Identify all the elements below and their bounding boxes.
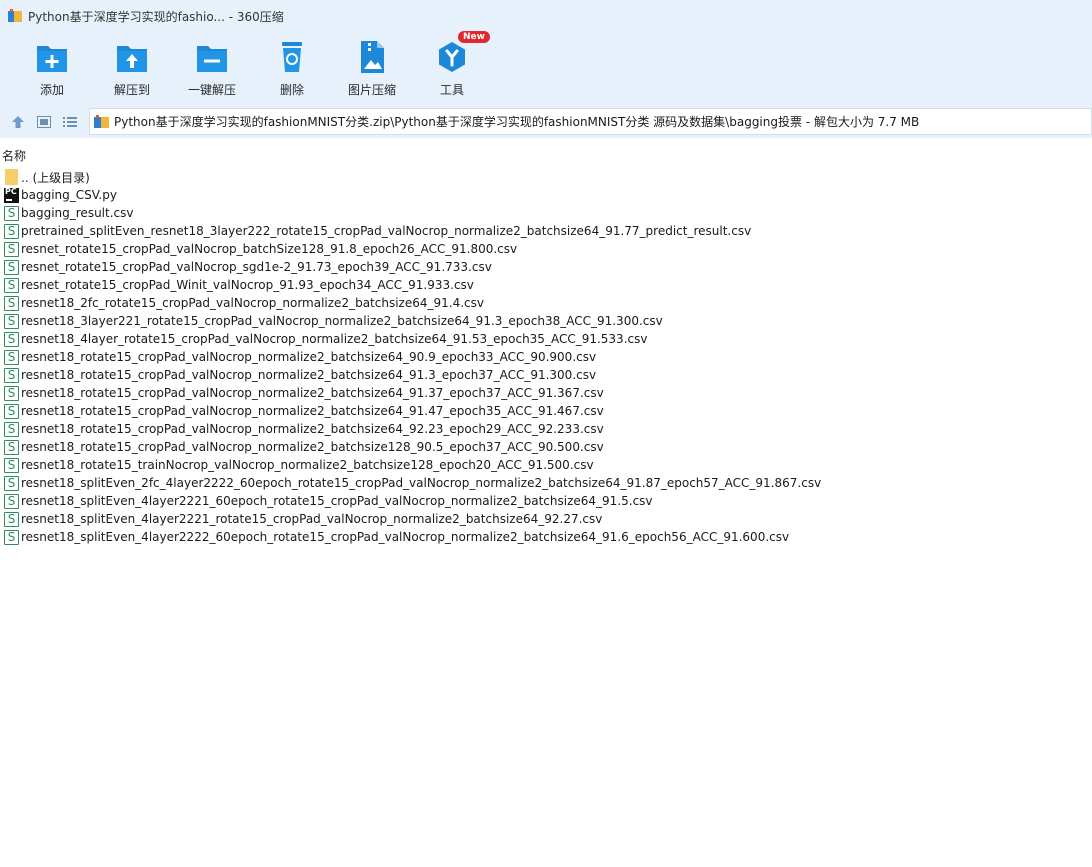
delete-label: 删除 — [279, 83, 304, 97]
csv-file-icon: S — [4, 313, 19, 329]
csv-file-icon: S — [4, 511, 19, 527]
csv-file-icon: S — [4, 331, 19, 347]
title-bar: Python基于深度学习实现的fashio... - 360压缩 — [0, 0, 1092, 32]
add-button[interactable]: 添加 — [12, 32, 92, 98]
add-icon — [36, 40, 68, 74]
file-row[interactable]: Sresnet18_rotate15_cropPad_valNocrop_nor… — [0, 384, 1092, 402]
file-name: resnet18_rotate15_cropPad_valNocrop_norm… — [21, 386, 604, 400]
tools-label: 工具 — [439, 83, 464, 97]
csv-file-icon: S — [4, 457, 19, 473]
parent-folder-row[interactable]: .. (上级目录) — [0, 168, 1092, 186]
file-row[interactable]: Sresnet18_3layer221_rotate15_cropPad_val… — [0, 312, 1092, 330]
file-name: resnet18_3layer221_rotate15_cropPad_valN… — [21, 314, 663, 328]
delete-button[interactable]: 删除 — [252, 32, 332, 98]
extract-to-button[interactable]: 解压到 — [92, 32, 172, 98]
csv-file-icon: S — [4, 367, 19, 383]
column-header: 名称 — [0, 145, 1092, 165]
file-row[interactable]: Sresnet18_splitEven_4layer2221_rotate15_… — [0, 510, 1092, 528]
file-name: .. (上级目录) — [21, 170, 90, 185]
csv-file-icon: S — [4, 403, 19, 419]
csv-file-icon: S — [4, 223, 19, 239]
file-row[interactable]: Sresnet18_rotate15_cropPad_valNocrop_nor… — [0, 420, 1092, 438]
file-row[interactable]: Sresnet18_rotate15_cropPad_valNocrop_nor… — [0, 438, 1092, 456]
window-title: Python基于深度学习实现的fashio... - 360压缩 — [28, 9, 284, 24]
file-row[interactable]: Sresnet18_4layer_rotate15_cropPad_valNoc… — [0, 330, 1092, 348]
file-name: resnet18_splitEven_4layer2221_rotate15_c… — [21, 512, 603, 526]
address-bar: Python基于深度学习实现的fashionMNIST分类.zip\Python… — [0, 106, 1092, 138]
image-compress-button[interactable]: 图片压缩 — [332, 32, 412, 98]
extract-to-icon — [116, 40, 148, 74]
file-row[interactable]: Sresnet_rotate15_cropPad_valNocrop_sgd1e… — [0, 258, 1092, 276]
file-row[interactable]: Sresnet_rotate15_cropPad_valNocrop_batch… — [0, 240, 1092, 258]
file-row[interactable]: Sbagging_result.csv — [0, 204, 1092, 222]
csv-file-icon: S — [4, 259, 19, 275]
file-name: resnet_rotate15_cropPad_valNocrop_batchS… — [21, 242, 518, 256]
file-name: resnet_rotate15_cropPad_Winit_valNocrop_… — [21, 278, 474, 292]
file-name: resnet18_4layer_rotate15_cropPad_valNocr… — [21, 332, 648, 346]
csv-file-icon: S — [4, 295, 19, 311]
csv-file-icon: S — [4, 421, 19, 437]
archive-app-icon — [8, 9, 22, 23]
folder-icon — [5, 169, 18, 185]
one-click-extract-icon — [196, 40, 228, 74]
column-name[interactable]: 名称 — [2, 147, 26, 164]
file-name: resnet18_splitEven_4layer2221_60epoch_ro… — [21, 494, 653, 508]
file-name: resnet18_rotate15_cropPad_valNocrop_norm… — [21, 350, 597, 364]
file-name: resnet18_2fc_rotate15_cropPad_valNocrop_… — [21, 296, 484, 310]
file-name: bagging_result.csv — [21, 206, 134, 220]
csv-file-icon: S — [4, 439, 19, 455]
file-row[interactable]: Sresnet18_2fc_rotate15_cropPad_valNocrop… — [0, 294, 1092, 312]
add-label: 添加 — [39, 83, 64, 97]
file-name: bagging_CSV.py — [21, 188, 117, 202]
csv-file-icon: S — [4, 493, 19, 509]
file-row[interactable]: Sresnet18_rotate15_cropPad_valNocrop_nor… — [0, 402, 1092, 420]
file-row[interactable]: Sresnet18_rotate15_cropPad_valNocrop_nor… — [0, 348, 1092, 366]
python-file-icon: PC — [4, 187, 19, 203]
csv-file-icon: S — [4, 475, 19, 491]
one-click-extract-label: 一键解压 — [187, 83, 236, 97]
extract-to-label: 解压到 — [113, 83, 150, 97]
file-name: resnet18_rotate15_cropPad_valNocrop_norm… — [21, 404, 604, 418]
thumbnail-view-icon[interactable] — [34, 112, 54, 132]
file-row[interactable]: Sresnet18_rotate15_cropPad_valNocrop_nor… — [0, 366, 1092, 384]
image-compress-label: 图片压缩 — [347, 83, 396, 97]
one-click-extract-button[interactable]: 一键解压 — [172, 32, 252, 98]
file-row[interactable]: Sresnet18_rotate15_trainNocrop_valNocrop… — [0, 456, 1092, 474]
csv-file-icon: S — [4, 205, 19, 221]
csv-file-icon: S — [4, 385, 19, 401]
file-name: resnet18_rotate15_cropPad_valNocrop_norm… — [21, 422, 604, 436]
up-arrow-icon[interactable] — [8, 112, 28, 132]
file-name: resnet18_splitEven_2fc_4layer2222_60epoc… — [21, 476, 822, 490]
tools-button[interactable]: New 工具 — [412, 31, 492, 98]
file-row[interactable]: Sresnet18_splitEven_4layer2221_60epoch_r… — [0, 492, 1092, 510]
file-row[interactable]: Spretrained_splitEven_resnet18_3layer222… — [0, 222, 1092, 240]
delete-icon — [276, 40, 308, 74]
csv-file-icon: S — [4, 529, 19, 545]
file-name: resnet18_splitEven_4layer2222_60epoch_ro… — [21, 530, 790, 544]
file-list: .. (上级目录) PC bagging_CSV.py Sbagging_result… — [0, 168, 1092, 546]
image-compress-icon — [356, 40, 388, 74]
new-badge: New — [458, 31, 490, 43]
list-view-icon[interactable] — [60, 112, 80, 132]
file-row[interactable]: Sresnet18_splitEven_2fc_4layer2222_60epo… — [0, 474, 1092, 492]
file-name: resnet_rotate15_cropPad_valNocrop_sgd1e-… — [21, 260, 492, 274]
archive-icon — [94, 114, 109, 129]
toolbar: 添加 解压到 一键解压 删除 图片压缩 New 工具 — [0, 31, 1092, 106]
file-name: resnet18_rotate15_trainNocrop_valNocrop_… — [21, 458, 594, 472]
tools-icon — [436, 40, 468, 74]
file-name: pretrained_splitEven_resnet18_3layer222_… — [21, 224, 752, 238]
csv-file-icon: S — [4, 277, 19, 293]
path-field[interactable]: Python基于深度学习实现的fashionMNIST分类.zip\Python… — [89, 108, 1092, 135]
file-row[interactable]: Sresnet_rotate15_cropPad_Winit_valNocrop… — [0, 276, 1092, 294]
path-text: Python基于深度学习实现的fashionMNIST分类.zip\Python… — [114, 115, 920, 129]
file-name: resnet18_rotate15_cropPad_valNocrop_norm… — [21, 368, 597, 382]
csv-file-icon: S — [4, 349, 19, 365]
file-row[interactable]: PC bagging_CSV.py — [0, 186, 1092, 204]
file-row[interactable]: Sresnet18_splitEven_4layer2222_60epoch_r… — [0, 528, 1092, 546]
file-name: resnet18_rotate15_cropPad_valNocrop_norm… — [21, 440, 604, 454]
csv-file-icon: S — [4, 241, 19, 257]
